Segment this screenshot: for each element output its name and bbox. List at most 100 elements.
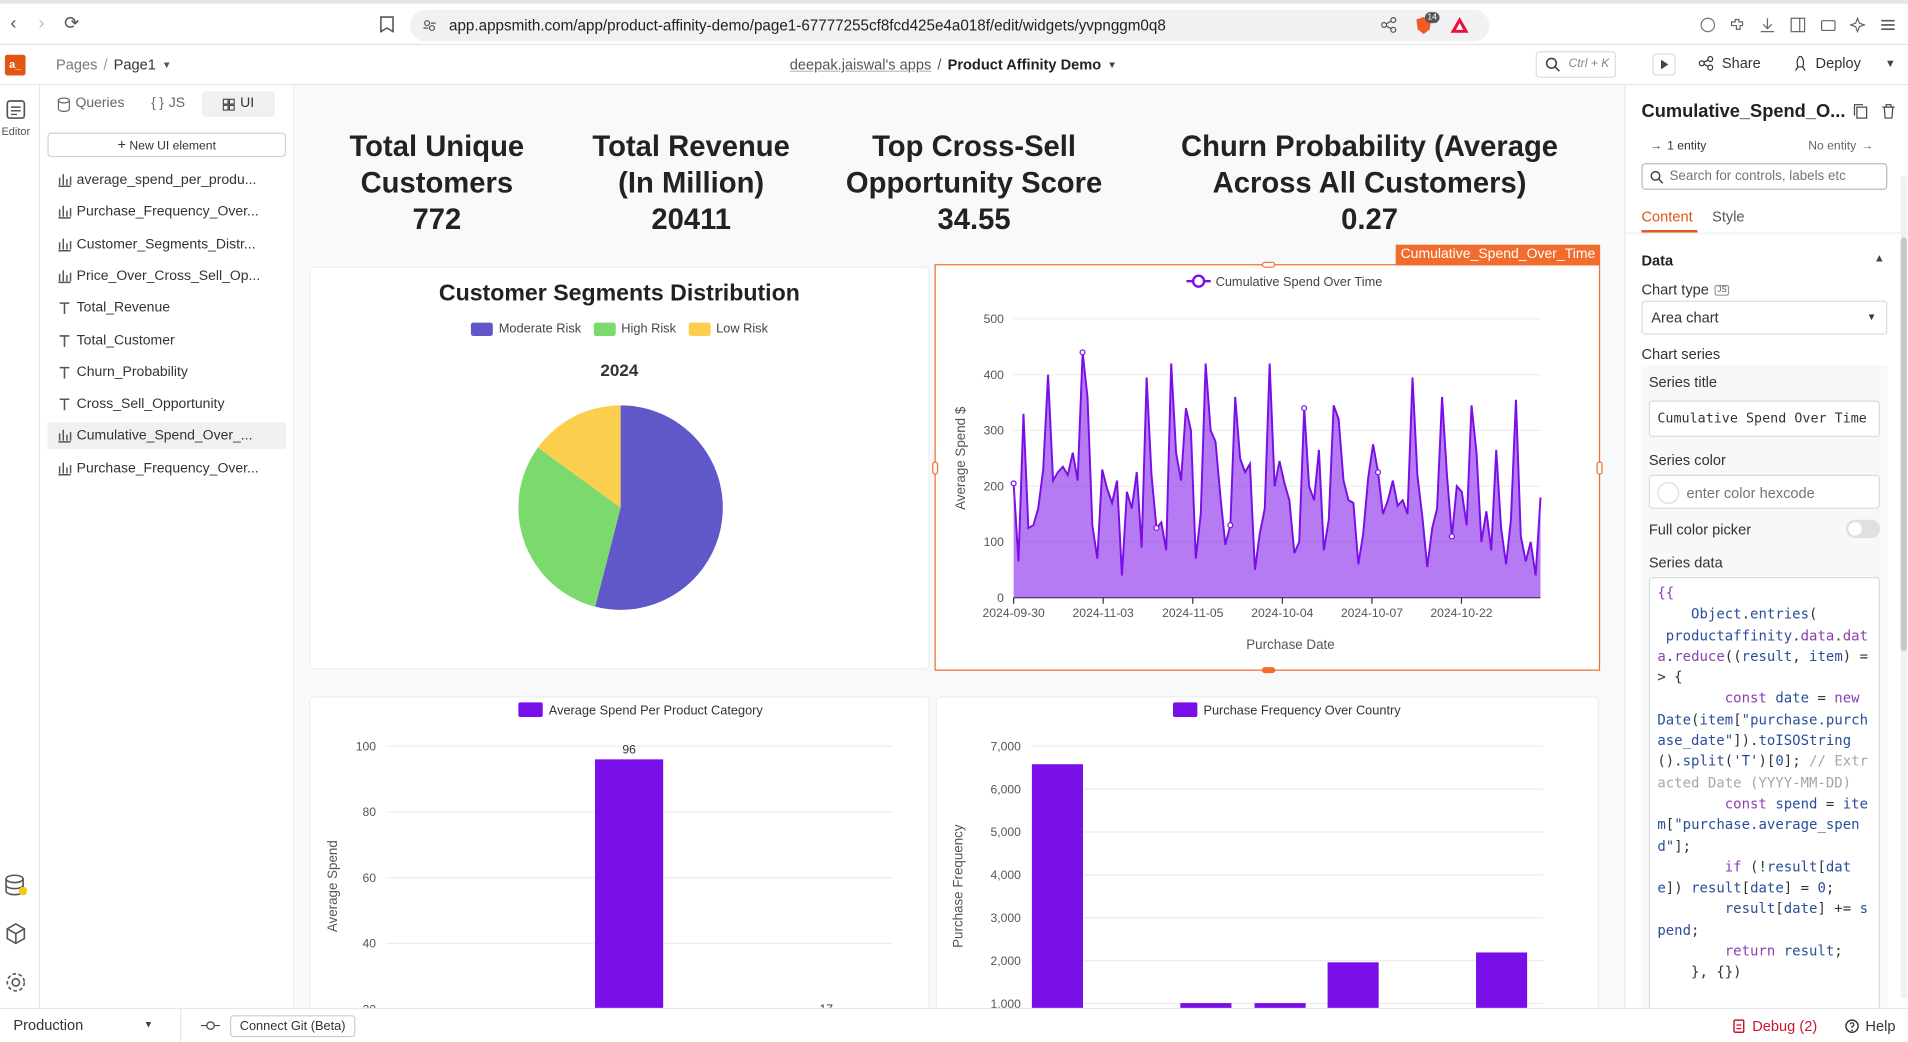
scrollbar-thumb[interactable] [1900, 237, 1907, 652]
environment-select[interactable]: Production ▼ [0, 1009, 182, 1042]
download-icon[interactable] [1760, 17, 1776, 33]
address-bar[interactable]: app.appsmith.com/app/product-affinity-de… [410, 9, 1490, 42]
chart-cumulative-spend[interactable]: Cumulative_Spend_Over_Time Cumulative Sp… [932, 244, 1603, 674]
back-icon[interactable]: ‹ [2, 13, 24, 35]
widget-tree-item[interactable]: average_spend_per_produ... [47, 167, 286, 194]
widget-name[interactable]: Cumulative_Spend_O... [1642, 101, 1849, 122]
chart-customer-segments[interactable]: Customer Segments Distribution Moderate … [310, 267, 929, 669]
js-toggle-badge[interactable]: JS [1714, 284, 1730, 296]
tab-style[interactable]: Style [1712, 208, 1744, 225]
color-hex-input[interactable] [1686, 482, 1870, 503]
y-tick-label: 100 [356, 739, 377, 753]
workspace-link[interactable]: deepak.jaiswal's apps [790, 56, 932, 73]
widget-tree-item[interactable]: Customer_Segments_Distr... [47, 231, 286, 258]
menu-icon[interactable] [1880, 17, 1896, 33]
site-info-icon[interactable] [422, 18, 437, 33]
full-color-picker-toggle[interactable] [1845, 519, 1881, 539]
packages-icon[interactable] [5, 923, 27, 945]
series-data-editor[interactable]: {{ Object.entries( productaffinity.data.… [1648, 576, 1881, 1013]
section-data-title[interactable]: Data [1642, 252, 1674, 269]
tab-ui[interactable]: UI [202, 91, 276, 117]
forward-icon[interactable]: › [30, 13, 52, 35]
series-color-input[interactable] [1648, 474, 1881, 509]
tab-js[interactable]: { } JS [141, 91, 194, 117]
chart-average-spend[interactable]: Average Spend Per Product Category204060… [310, 697, 929, 1015]
chevron-down-icon[interactable]: ▼ [1107, 59, 1117, 70]
datasource-icon[interactable] [5, 874, 27, 898]
chart-type-select[interactable]: Area chart ▼ [1641, 300, 1888, 335]
widget-tree-item[interactable]: Cumulative_Spend_Over_... [47, 422, 286, 450]
deploy-button[interactable]: Deploy [1794, 55, 1861, 72]
tab-content[interactable]: Content [1642, 208, 1693, 225]
legend-label[interactable]: Average Spend Per Product Category [549, 703, 764, 718]
data-point[interactable] [1448, 533, 1455, 540]
full-color-picker-label: Full color picker [1648, 521, 1752, 539]
help-button[interactable]: Help [1845, 1018, 1895, 1035]
new-ui-element-button[interactable]: + New UI element [47, 132, 286, 158]
delete-icon[interactable] [1881, 103, 1896, 119]
stat-churn[interactable]: Churn Probability (Average Across All Cu… [1147, 129, 1591, 239]
stat-cross-sell[interactable]: Top Cross-Sell Opportunity Score 34.55 [819, 129, 1129, 239]
widget-tree-item[interactable]: Purchase_Frequency_Over... [47, 199, 286, 226]
data-point[interactable] [1227, 522, 1234, 529]
connect-git-button[interactable]: Connect Git (Beta) [229, 1015, 356, 1038]
legend-item[interactable]: High Risk [593, 321, 676, 336]
widget-tree-item-label: Cross_Sell_Opportunity [76, 396, 225, 412]
widget-tree-item[interactable]: Churn_Probability [47, 359, 286, 386]
selected-widget-tag[interactable]: Cumulative_Spend_Over_Time [1395, 244, 1601, 266]
legend-item[interactable]: Low Risk [688, 321, 768, 336]
bookmark-icon[interactable] [380, 16, 395, 33]
widget-tree-item[interactable]: Total_Revenue [47, 295, 286, 322]
bar[interactable] [1031, 764, 1083, 1015]
share-page-icon[interactable] [1381, 17, 1397, 33]
app-name[interactable]: Product Affinity Demo [948, 56, 1102, 73]
widget-tree-item[interactable]: Purchase_Frequency_Over... [47, 455, 286, 482]
widget-tree-item[interactable]: Cross_Sell_Opportunity [47, 391, 286, 418]
color-swatch[interactable] [1657, 482, 1680, 504]
bar[interactable] [1476, 952, 1528, 1015]
series-color-label: Series color [1648, 451, 1726, 469]
data-point[interactable] [1301, 405, 1308, 412]
entity-link-out[interactable]: No entity → [1808, 140, 1873, 153]
stat-total-customers[interactable]: Total Unique Customers 772 [315, 129, 558, 239]
settings-gear-icon[interactable] [5, 971, 27, 993]
tab-queries[interactable]: Queries [47, 91, 134, 117]
stat-total-revenue[interactable]: Total Revenue (In Million) 20411 [563, 129, 819, 239]
series-title-input[interactable]: Cumulative Spend Over Time [1648, 400, 1881, 438]
share-button[interactable]: Share [1698, 55, 1761, 72]
legend-item[interactable]: Moderate Risk [470, 321, 581, 336]
y-tick-label: 400 [984, 368, 1005, 382]
appsmith-logo[interactable]: a_ [4, 54, 26, 76]
brave-rewards-icon[interactable] [1450, 17, 1469, 33]
profile-icon[interactable] [1700, 17, 1716, 33]
widget-tree-item[interactable]: Price_Over_Cross_Sell_Op... [47, 263, 286, 290]
legend-label[interactable]: Purchase Frequency Over Country [1203, 703, 1401, 718]
y-tick-label: 6,000 [991, 782, 1022, 796]
extensions-icon[interactable] [1729, 17, 1745, 33]
widget-tree-item[interactable]: Total_Customer [47, 327, 286, 354]
debug-button[interactable]: Debug (2) [1732, 1018, 1817, 1035]
wallet-icon[interactable] [1820, 17, 1836, 33]
bar[interactable] [1327, 962, 1379, 1015]
omnibar-search[interactable]: Ctrl + K [1535, 51, 1616, 78]
editor-icon[interactable] [4, 97, 28, 121]
property-search-box[interactable] [1641, 163, 1888, 190]
data-point[interactable] [1153, 524, 1160, 532]
copy-icon[interactable] [1853, 103, 1868, 119]
entity-link-in[interactable]: → 1 entity [1650, 140, 1706, 153]
leo-ai-icon[interactable] [1849, 17, 1866, 33]
property-search-input[interactable] [1669, 166, 1883, 187]
chart-purchase-frequency[interactable]: Purchase Frequency Over Country 1,000 2,00… [936, 697, 1598, 1015]
chevron-up-icon[interactable]: ▲ [1874, 252, 1885, 264]
data-point[interactable] [1374, 469, 1382, 476]
reload-icon[interactable]: ⟳ [61, 13, 83, 35]
legend-label[interactable]: Cumulative Spend Over Time [1216, 274, 1383, 289]
page-selector[interactable]: Pages / Page1 ▼ [56, 56, 172, 73]
preview-button[interactable] [1652, 53, 1676, 76]
sidebar-toggle-icon[interactable] [1790, 17, 1806, 33]
bar[interactable] [595, 759, 664, 1015]
data-point[interactable] [1010, 480, 1017, 487]
property-pane-scrollbar[interactable] [1900, 176, 1907, 999]
data-point[interactable] [1079, 349, 1086, 356]
deploy-options-chevron-icon[interactable]: ▼ [1885, 57, 1896, 69]
